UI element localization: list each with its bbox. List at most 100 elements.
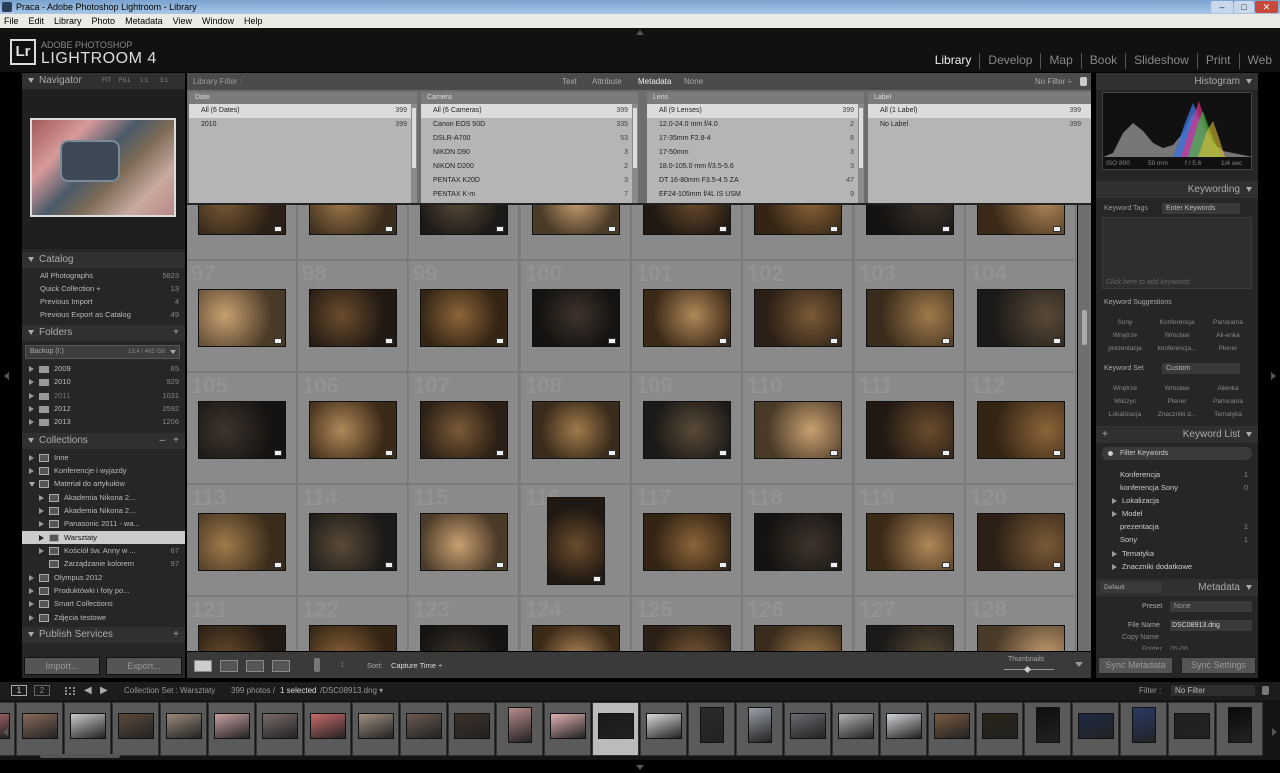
grid-cell[interactable] [743,205,853,260]
filmstrip-thumbnail[interactable] [256,702,303,756]
keyword-set-item[interactable]: Znaczniki d... [1152,411,1202,418]
keyword-item[interactable]: Lokalizacja [1096,494,1258,507]
filter-row[interactable]: DT 16-80mm F3.5-4.5 ZA 47 [647,174,864,188]
collection-item[interactable]: Akademia Nikona 2... [22,491,185,504]
photo-thumbnail[interactable] [866,205,954,235]
filter-row[interactable]: All (6 Dates) 399 [189,104,417,118]
compare-view-icon[interactable] [246,660,264,672]
filter-column-scroll-thumb[interactable] [633,108,637,168]
module-map[interactable]: Map [1041,53,1082,69]
grid-cell[interactable] [298,205,408,260]
photo-thumbnail[interactable] [198,205,286,235]
histogram-header[interactable]: Histogram [1096,73,1258,90]
metadata-badge-icon[interactable] [719,226,727,232]
module-print[interactable]: Print [1198,53,1240,69]
primary-window-button[interactable]: 1 [11,685,27,696]
metadata-badge-icon[interactable] [1053,450,1061,456]
photo-thumbnail[interactable] [643,625,731,651]
photo-thumbnail[interactable] [547,497,605,585]
filmstrip-thumbnail[interactable] [1024,702,1071,756]
filmstrip-thumbnail[interactable] [640,702,687,756]
filter-row[interactable]: NIKON D200 2 [421,160,638,174]
grid-cell[interactable]: 125 [632,597,742,651]
filter-row[interactable]: All (9 Lenses) 399 [647,104,864,118]
collection-item[interactable]: Produktówki i foty po... [22,584,185,597]
metadata-badge-icon[interactable] [830,338,838,344]
filter-column-header[interactable]: Label [868,92,1091,104]
add-folder-icon[interactable]: + [173,325,179,341]
loupe-view-icon[interactable] [220,660,238,672]
filmstrip-thumbnail[interactable] [448,702,495,756]
grid-view-icon[interactable] [194,660,212,672]
right-panel-toggle-icon[interactable] [1271,372,1276,380]
photo-thumbnail[interactable] [420,205,508,235]
keyword-set-item[interactable]: Plener [1152,398,1202,405]
filter-column-header[interactable]: Lens [647,92,864,104]
filmstrip-thumbnail[interactable] [976,702,1023,756]
metadata-badge-icon[interactable] [830,450,838,456]
filmstrip-thumbnail[interactable] [1072,702,1119,756]
keyword-item[interactable]: Znaczniki dodatkowe [1096,560,1258,573]
metadata-badge-icon[interactable] [830,562,838,568]
module-web[interactable]: Web [1240,53,1280,69]
filter-tab-metadata[interactable]: Metadata [638,73,671,90]
grid-cell[interactable]: 111 [855,373,965,484]
metadata-badge-icon[interactable] [274,338,282,344]
metadata-badge-icon[interactable] [496,226,504,232]
photo-thumbnail[interactable] [198,289,286,347]
keyword-suggestion[interactable]: Plener [1203,345,1253,352]
collection-item[interactable]: Materiał do artykułów [22,477,185,490]
filmstrip-thumbnail[interactable] [16,702,63,756]
keyword-item[interactable]: prezentacja 1 [1096,520,1258,533]
grid-cell[interactable]: 98 [298,261,408,372]
folder-item[interactable]: 2011 1031 [22,389,185,402]
filter-row[interactable]: PENTAX K20D 3 [421,174,638,188]
menu-help[interactable]: Help [244,14,263,28]
metadata-badge-icon[interactable] [608,450,616,456]
photo-thumbnail[interactable] [420,625,508,651]
grid-view-icon[interactable] [65,687,75,695]
photo-thumbnail[interactable] [309,205,397,235]
filmstrip-thumbnail[interactable] [64,702,111,756]
selected-file[interactable]: /DSC08913.dng ▾ [320,682,383,700]
filter-row[interactable]: All (1 Label) 399 [868,104,1091,118]
photo-thumbnail[interactable] [198,401,286,459]
metadata-badge-icon[interactable] [942,562,950,568]
photo-thumbnail[interactable] [866,289,954,347]
painter-icon[interactable] [314,658,320,672]
collection-item[interactable]: Inne [22,451,185,464]
photo-thumbnail[interactable] [754,289,842,347]
keyword-set-item[interactable]: Wnętrze [1100,385,1150,392]
filmstrip-thumbnail[interactable] [544,702,591,756]
sort-dropdown[interactable]: Capture Time ÷ [391,661,442,670]
module-book[interactable]: Book [1082,53,1127,69]
photo-thumbnail[interactable] [977,401,1065,459]
grid-cell[interactable]: 128 [966,597,1076,651]
photo-thumbnail[interactable] [866,625,954,651]
filter-row[interactable]: 18.0-105.0 mm f/3.5-5.6 3 [647,160,864,174]
grid-cell[interactable]: 108 [521,373,631,484]
add-publish-icon[interactable]: + [173,627,179,643]
folders-header[interactable]: Folders + [22,325,185,341]
filmstrip-thumbnail[interactable] [208,702,255,756]
grid-cell[interactable]: 102 [743,261,853,372]
nav-fit[interactable]: FIT [102,73,111,89]
filmstrip-thumbnail[interactable] [400,702,447,756]
navigator-header[interactable]: Navigator FIT FILL 1:1 3:1 [22,73,185,89]
menu-file[interactable]: File [4,14,19,28]
filmstrip-right-icon[interactable] [1272,728,1277,736]
filmstrip-thumbnail[interactable] [496,702,543,756]
maximize-button[interactable]: □ [1234,1,1254,13]
module-develop[interactable]: Develop [980,53,1042,69]
grid-cell[interactable]: 110 [743,373,853,484]
filmstrip-thumbnail[interactable] [928,702,975,756]
filmstrip[interactable] [0,700,1280,760]
keyword-set-item[interactable]: Lokalizacja [1100,411,1150,418]
remove-collection-icon[interactable]: – [159,433,165,449]
metadata-badge-icon[interactable] [719,338,727,344]
metadata-badge-icon[interactable] [608,226,616,232]
publish-services-header[interactable]: Publish Services + [22,627,185,643]
collection-item[interactable]: Zarządzanie kolorem 97 [22,557,185,570]
grid-cell[interactable]: 99 [409,261,519,372]
filmstrip-thumbnail[interactable] [304,702,351,756]
